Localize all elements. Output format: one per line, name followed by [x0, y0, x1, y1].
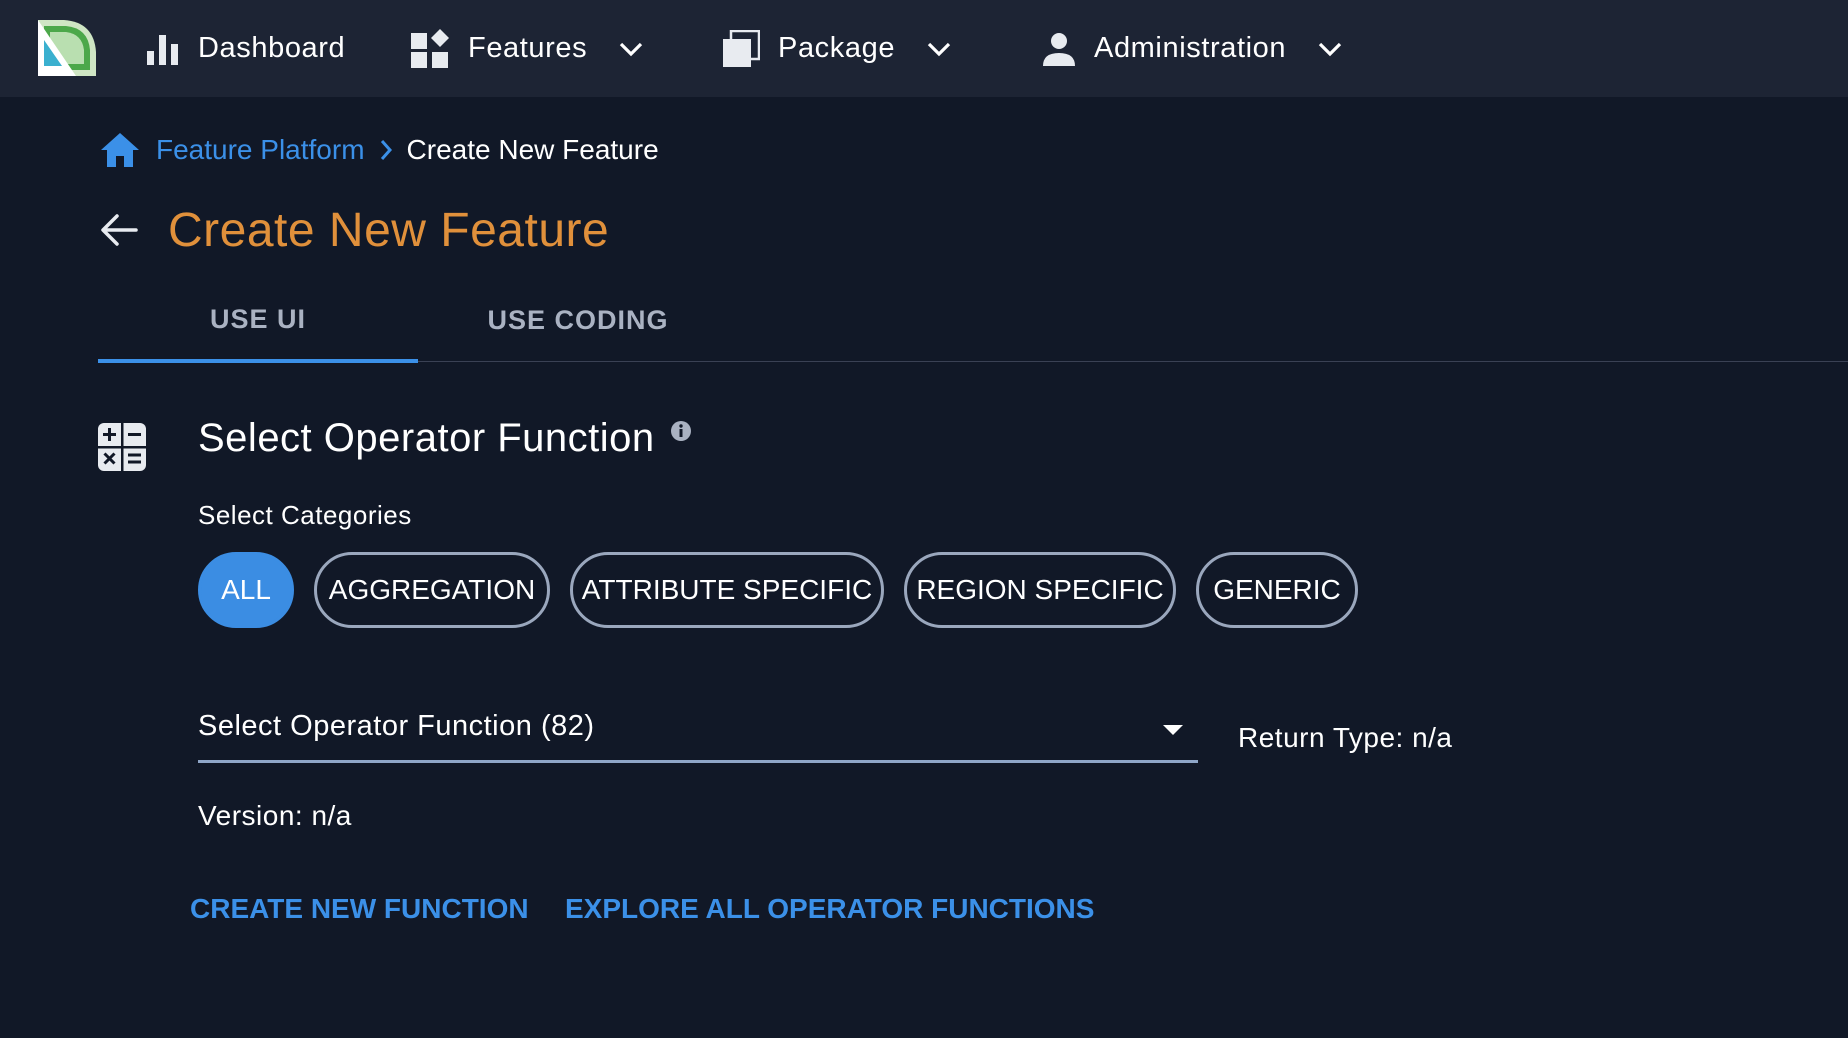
arrow-left-icon[interactable] — [100, 213, 138, 247]
info-icon[interactable] — [670, 420, 692, 442]
bar-chart-icon — [147, 34, 178, 65]
page-header: Create New Feature — [100, 198, 609, 262]
app-logo-icon[interactable] — [36, 18, 98, 78]
version-text: Version: n/a — [198, 800, 352, 831]
nav-administration[interactable]: Administration — [1042, 0, 1342, 97]
breadcrumb: Feature Platform Create New Feature — [100, 128, 659, 172]
nav-package[interactable]: Package — [722, 0, 951, 97]
page-title: Create New Feature — [168, 203, 610, 257]
calculator-icon — [98, 423, 146, 471]
breadcrumb-feature-platform-link[interactable]: Feature Platform — [156, 134, 365, 166]
create-new-function-link[interactable]: CREATE NEW FUNCTION — [190, 893, 529, 925]
package-stack-icon — [723, 29, 760, 67]
mode-tabs: USE UI USE CODING — [98, 280, 1848, 363]
explore-all-operator-functions-link[interactable]: EXPLORE ALL OPERATOR FUNCTIONS — [565, 893, 1094, 925]
chip-aggregation[interactable]: AGGREGATION — [314, 552, 550, 628]
nav-features-label: Features — [468, 32, 588, 64]
nav-dashboard-label: Dashboard — [198, 32, 346, 64]
operator-function-select[interactable]: Select Operator Function (82) — [198, 700, 1198, 763]
person-icon — [1043, 32, 1075, 66]
nav-administration-label: Administration — [1094, 32, 1287, 64]
section-title: Select Operator Function — [198, 416, 655, 460]
top-navigation-bar: Dashboard Features Package Administratio… — [0, 0, 1848, 97]
nav-dashboard[interactable]: Dashboard — [146, 0, 345, 97]
chevron-right-icon — [380, 140, 392, 160]
chevron-down-icon — [1319, 42, 1342, 56]
chevron-down-icon — [927, 42, 951, 56]
features-widgets-icon — [411, 28, 449, 68]
chip-attribute-specific[interactable]: ATTRIBUTE SPECIFIC — [570, 552, 884, 628]
categories-label: Select Categories — [198, 500, 412, 530]
caret-down-icon — [1163, 725, 1183, 735]
tab-use-ui[interactable]: USE UI — [98, 280, 418, 363]
nav-package-label: Package — [778, 32, 896, 64]
chip-region-specific[interactable]: REGION SPECIFIC — [904, 552, 1176, 628]
return-type-text: Return Type: n/a — [1238, 722, 1453, 753]
nav-features[interactable]: Features — [410, 0, 643, 97]
chip-generic[interactable]: GENERIC — [1196, 552, 1358, 628]
breadcrumb-current: Create New Feature — [406, 134, 659, 165]
operator-function-select-value: Select Operator Function (82) — [198, 710, 595, 742]
tab-use-coding[interactable]: USE CODING — [418, 280, 738, 361]
home-icon[interactable] — [100, 132, 140, 168]
chevron-down-icon — [620, 42, 643, 56]
chip-all[interactable]: ALL — [198, 552, 294, 628]
